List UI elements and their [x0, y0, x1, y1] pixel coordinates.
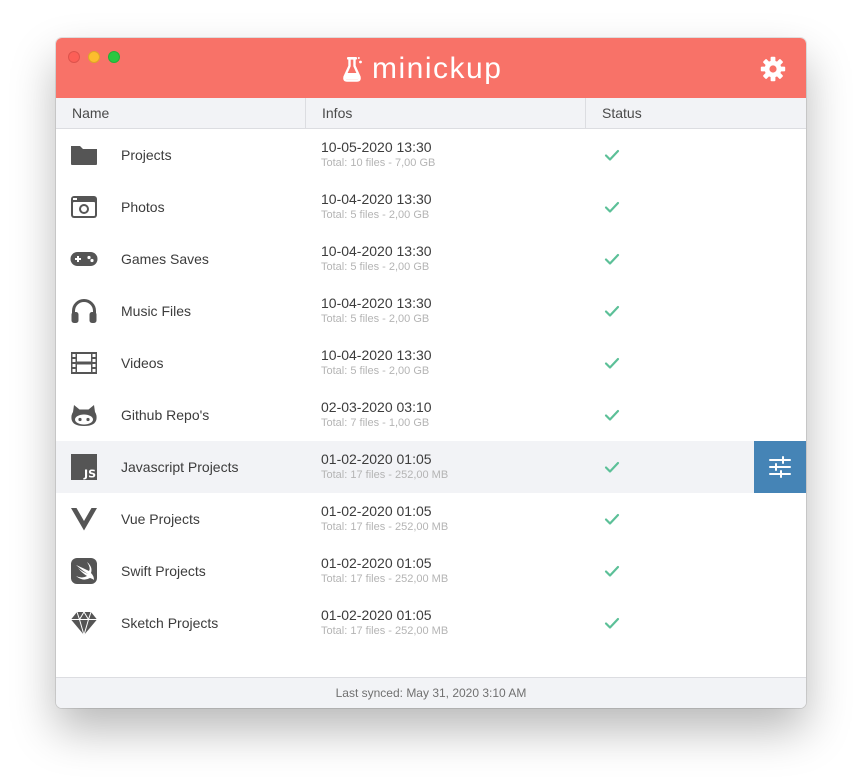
gear-icon: [760, 56, 786, 82]
check-icon: [604, 409, 620, 421]
vue-icon: [71, 508, 97, 531]
table-row[interactable]: Projects 10-05-2020 13:30 Total: 10 file…: [56, 129, 806, 181]
row-name: Javascript Projects: [121, 459, 239, 475]
row-date: 10-04-2020 13:30: [321, 347, 432, 363]
row-name: Projects: [121, 147, 172, 163]
row-total: Total: 17 files - 252,00 MB: [321, 573, 449, 585]
table-header: Name Infos Status: [56, 98, 806, 129]
row-date: 10-05-2020 13:30: [321, 139, 432, 155]
row-name: Games Saves: [121, 251, 209, 267]
check-icon: [604, 617, 620, 629]
row-name: Swift Projects: [121, 563, 206, 579]
row-name: Github Repo's: [121, 407, 210, 423]
check-icon: [604, 305, 620, 317]
row-name: Vue Projects: [121, 511, 200, 527]
column-header-status[interactable]: Status: [586, 98, 806, 128]
gamepad-icon: [70, 252, 98, 266]
check-icon: [604, 253, 620, 265]
row-date: 01-02-2020 01:05: [321, 451, 432, 467]
last-synced-text: Last synced: May 31, 2020 3:10 AM: [335, 686, 527, 700]
table-row[interactable]: Photos 10-04-2020 13:30 Total: 5 files -…: [56, 181, 806, 233]
backup-list: Projects 10-05-2020 13:30 Total: 10 file…: [56, 129, 806, 677]
row-name: Sketch Projects: [121, 615, 219, 631]
table-row[interactable]: Music Files 10-04-2020 13:30 Total: 5 fi…: [56, 285, 806, 337]
swift-icon: [71, 558, 97, 584]
check-icon: [604, 201, 620, 213]
row-total: Total: 17 files - 252,00 MB: [321, 469, 449, 481]
svg-text:JS: JS: [83, 468, 96, 481]
row-name: Videos: [121, 355, 164, 371]
app-title: minickup: [372, 52, 503, 85]
row-name: Music Files: [121, 303, 192, 319]
sliders-icon: [769, 456, 791, 478]
github-icon: [71, 405, 97, 426]
table-row[interactable]: Vue Projects 01-02-2020 01:05 Total: 17 …: [56, 493, 806, 545]
row-name: Photos: [121, 199, 165, 215]
row-total: Total: 17 files - 252,00 MB: [321, 625, 449, 637]
row-date: 10-04-2020 13:30: [321, 243, 432, 259]
check-icon: [604, 513, 620, 525]
row-date: 01-02-2020 01:05: [321, 503, 432, 519]
row-date: 01-02-2020 01:05: [321, 607, 432, 623]
film-icon: [71, 352, 97, 374]
title-bar: minickup: [56, 38, 806, 98]
headphones-icon: [71, 299, 97, 323]
check-icon: [604, 357, 620, 369]
window-close-button[interactable]: [68, 51, 80, 63]
status-bar: Last synced: May 31, 2020 3:10 AM: [56, 677, 806, 708]
table-row-selected[interactable]: JS Javascript Projects 01-02-2020 01:05 …: [56, 441, 806, 493]
row-total: Total: 5 files - 2,00 GB: [321, 209, 430, 221]
table-row[interactable]: Swift Projects 01-02-2020 01:05 Total: 1…: [56, 545, 806, 597]
row-total: Total: 5 files - 2,00 GB: [321, 313, 430, 325]
row-date: 10-04-2020 13:30: [321, 191, 432, 207]
table-row[interactable]: Games Saves 10-04-2020 13:30 Total: 5 fi…: [56, 233, 806, 285]
row-settings-button[interactable]: [754, 441, 806, 493]
check-icon: [604, 461, 620, 473]
column-header-infos[interactable]: Infos: [306, 98, 586, 128]
settings-button[interactable]: [760, 56, 786, 82]
folder-icon: [71, 146, 97, 165]
check-icon: [604, 149, 620, 161]
table-row[interactable]: Github Repo's 02-03-2020 03:10 Total: 7 …: [56, 389, 806, 441]
row-total: Total: 7 files - 1,00 GB: [321, 417, 430, 429]
column-header-name[interactable]: Name: [56, 98, 306, 128]
sketch-icon: [71, 611, 97, 637]
camera-icon: [71, 196, 97, 218]
row-total: Total: 17 files - 252,00 MB: [321, 521, 449, 533]
row-total: Total: 10 files - 7,00 GB: [321, 157, 436, 169]
app-window: minickup Name Infos Status Projects 10-0…: [56, 38, 806, 708]
row-total: Total: 5 files - 2,00 GB: [321, 365, 430, 377]
row-total: Total: 5 files - 2,00 GB: [321, 261, 430, 273]
flask-icon: [343, 57, 362, 82]
row-date: 10-04-2020 13:30: [321, 295, 432, 311]
window-maximize-button[interactable]: [108, 51, 120, 63]
row-date: 01-02-2020 01:05: [321, 555, 432, 571]
row-date: 02-03-2020 03:10: [321, 399, 432, 415]
javascript-icon: JS: [71, 454, 97, 481]
app-brand: minickup: [342, 52, 502, 86]
table-row[interactable]: Videos 10-04-2020 13:30 Total: 5 files -…: [56, 337, 806, 389]
check-icon: [604, 565, 620, 577]
table-row[interactable]: Sketch Projects 01-02-2020 01:05 Total: …: [56, 597, 806, 649]
window-minimize-button[interactable]: [88, 51, 100, 63]
